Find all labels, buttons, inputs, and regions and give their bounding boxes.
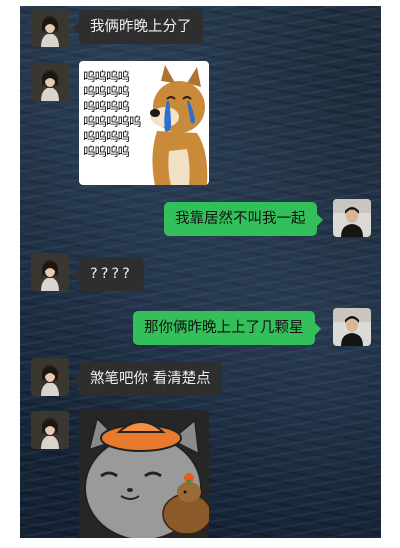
- message-text: 我靠居然不叫我一起: [175, 211, 306, 227]
- message-text: 煞笔吧你 看清楚点: [90, 371, 211, 387]
- message-bubble[interactable]: 那你俩昨晚上上了几颗星: [133, 311, 320, 345]
- my-avatar[interactable]: [333, 199, 371, 237]
- chat-window: 我俩昨晚上分了 呜呜呜呜 呜呜呜呜 呜呜呜呜 呜呜呜呜呜 呜呜呜呜 呜呜呜呜 我…: [20, 6, 381, 538]
- gray-cat-image: [79, 410, 209, 538]
- friend-avatar[interactable]: [31, 253, 69, 291]
- crying-doge-sticker[interactable]: 呜呜呜呜 呜呜呜呜 呜呜呜呜 呜呜呜呜呜 呜呜呜呜 呜呜呜呜: [79, 61, 209, 185]
- message-bubble[interactable]: 煞笔吧你 看清楚点: [73, 362, 222, 396]
- message-text: ????: [90, 266, 133, 282]
- friend-avatar[interactable]: [31, 9, 69, 47]
- message-bubble[interactable]: 我靠居然不叫我一起: [164, 202, 322, 236]
- message-bubble[interactable]: 我俩昨晚上分了: [73, 10, 203, 44]
- my-avatar[interactable]: [333, 308, 371, 346]
- message-bubble[interactable]: ????: [73, 257, 144, 291]
- shiba-dog-image: [150, 65, 208, 185]
- friend-avatar[interactable]: [31, 411, 69, 449]
- friend-avatar[interactable]: [31, 358, 69, 396]
- message-text: 我俩昨晚上分了: [90, 19, 192, 35]
- cat-capybara-sticker[interactable]: [79, 410, 209, 538]
- message-text: 那你俩昨晚上上了几颗星: [144, 320, 304, 336]
- friend-avatar[interactable]: [31, 63, 69, 101]
